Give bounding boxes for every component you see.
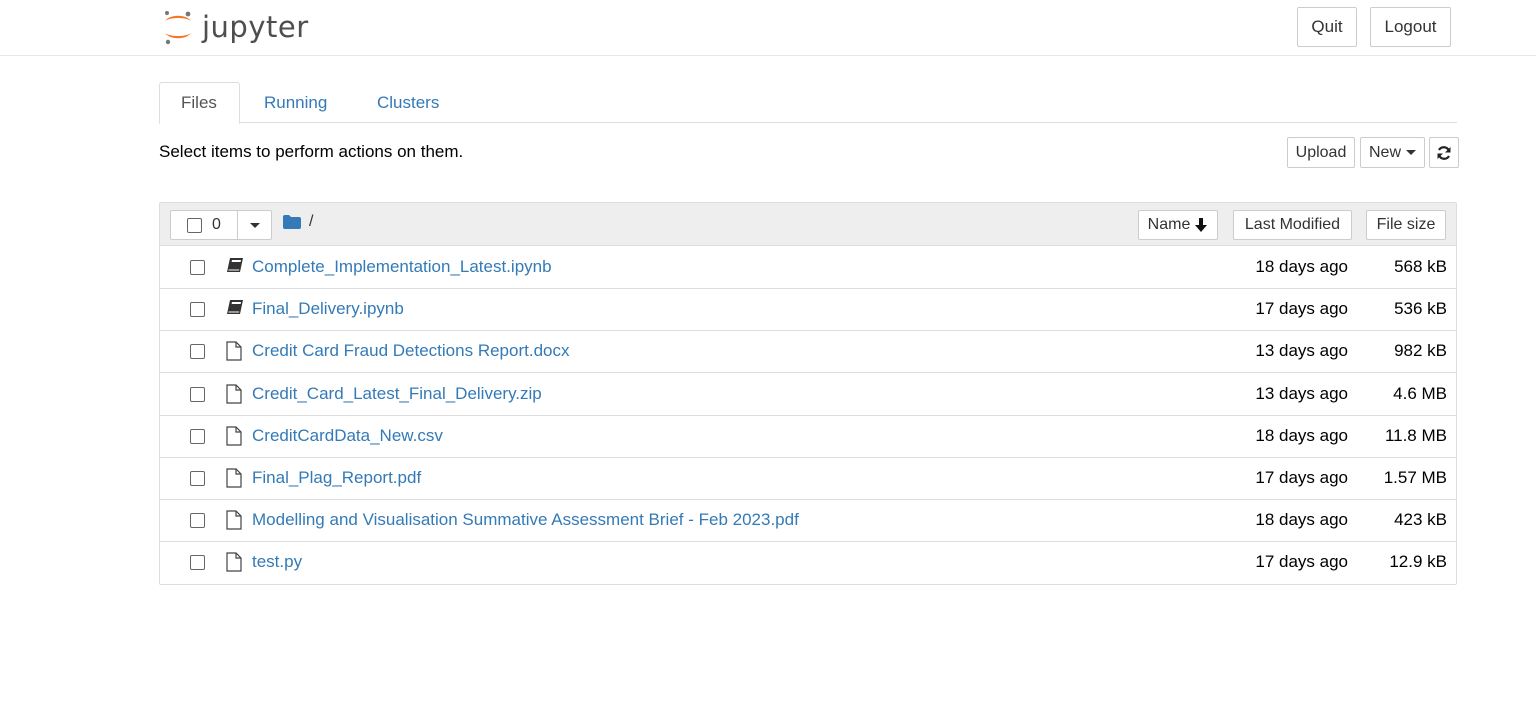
file-row[interactable]: Credit Card Fraud Detections Report.docx… bbox=[160, 331, 1456, 374]
breadcrumb[interactable]: / bbox=[283, 213, 313, 231]
tab-files[interactable]: Files bbox=[159, 82, 240, 124]
file-name-link[interactable]: Final_Delivery.ipynb bbox=[252, 299, 404, 319]
row-checkbox[interactable] bbox=[190, 513, 205, 529]
row-checkbox[interactable] bbox=[190, 471, 205, 486]
file-icon bbox=[226, 468, 246, 488]
file-name-link[interactable]: test.py bbox=[252, 552, 302, 572]
arrow-down-icon bbox=[1195, 218, 1208, 232]
file-row[interactable]: CreditCardData_New.csv 18 days ago 11.8 MB bbox=[160, 415, 1456, 458]
file-icon bbox=[226, 510, 246, 530]
sort-file-size-button[interactable]: File size bbox=[1366, 210, 1446, 240]
file-name-link[interactable]: Modelling and Visualisation Summative As… bbox=[252, 510, 799, 530]
tab-clusters[interactable]: Clusters bbox=[356, 82, 460, 123]
file-last-modified: 18 days ago bbox=[1255, 425, 1348, 445]
upload-button[interactable]: Upload bbox=[1287, 137, 1355, 168]
file-size: 423 kB bbox=[1394, 510, 1447, 530]
file-last-modified: 18 days ago bbox=[1255, 257, 1348, 276]
file-last-modified: 17 days ago bbox=[1255, 552, 1348, 572]
file-size: 1.57 MB bbox=[1383, 468, 1447, 487]
new-label: New bbox=[1368, 143, 1401, 161]
select-all-toggle[interactable]: 0 bbox=[171, 211, 238, 239]
file-row[interactable]: Complete_Implementation_Latest.ipynb 18 d… bbox=[160, 247, 1456, 289]
caret-down-icon bbox=[1406, 150, 1416, 155]
file-icon bbox=[226, 341, 246, 361]
select-all-control: 0 bbox=[170, 210, 272, 240]
jupyter-logo[interactable]: jupyter bbox=[162, 6, 309, 48]
file-last-modified: 18 days ago bbox=[1255, 510, 1348, 530]
row-checkbox[interactable] bbox=[190, 386, 205, 402]
notebook-icon bbox=[226, 299, 246, 319]
header-bar: jupyter Quit Logout bbox=[0, 0, 1536, 56]
file-last-modified: 17 days ago bbox=[1255, 468, 1348, 487]
list-header: 0 / Name Last Modified File size bbox=[160, 203, 1456, 246]
row-checkbox[interactable] bbox=[190, 428, 205, 444]
file-row[interactable]: Modelling and Visualisation Summative As… bbox=[160, 500, 1456, 543]
file-size: 982 kB bbox=[1394, 341, 1447, 361]
quit-button[interactable]: Quit bbox=[1297, 7, 1357, 47]
name-column-label: Name bbox=[1147, 216, 1191, 233]
file-name-link[interactable]: Credit Card Fraud Detections Report.docx bbox=[252, 341, 569, 361]
select-all-checkbox[interactable] bbox=[187, 217, 202, 233]
logo-text: jupyter bbox=[202, 10, 309, 44]
row-checkbox[interactable] bbox=[190, 555, 205, 571]
row-checkbox[interactable] bbox=[190, 260, 205, 275]
refresh-icon bbox=[1437, 145, 1451, 160]
jupyter-logo-icon bbox=[165, 11, 191, 45]
row-checkbox[interactable] bbox=[190, 344, 205, 360]
file-icon bbox=[226, 426, 246, 446]
file-size: 12.9 kB bbox=[1389, 552, 1447, 572]
selected-count: 0 bbox=[212, 216, 221, 233]
file-name-link[interactable]: Credit_Card_Latest_Final_Delivery.zip bbox=[252, 384, 542, 404]
file-last-modified: 17 days ago bbox=[1255, 299, 1348, 319]
file-row[interactable]: Final_Plag_Report.pdf 17 days ago 1.57 MB bbox=[160, 458, 1456, 500]
file-size: 11.8 MB bbox=[1384, 425, 1447, 445]
file-name-link[interactable]: CreditCardData_New.csv bbox=[252, 426, 443, 446]
file-name-link[interactable]: Complete_Implementation_Latest.ipynb bbox=[252, 257, 552, 277]
file-last-modified: 13 days ago bbox=[1255, 341, 1348, 361]
sort-name-button[interactable]: Name bbox=[1138, 210, 1218, 240]
file-icon bbox=[226, 383, 246, 404]
breadcrumb-root[interactable]: / bbox=[309, 213, 313, 231]
folder-icon bbox=[283, 215, 301, 229]
notebook-icon bbox=[226, 257, 246, 277]
new-dropdown-button[interactable]: New bbox=[1360, 137, 1425, 168]
file-last-modified: 13 days ago bbox=[1255, 383, 1348, 403]
select-menu-button[interactable] bbox=[238, 211, 271, 239]
tab-running[interactable]: Running bbox=[243, 82, 348, 123]
file-icon bbox=[226, 552, 246, 572]
row-checkbox[interactable] bbox=[190, 302, 205, 318]
file-list: 0 / Name Last Modified File size Complet… bbox=[159, 202, 1457, 585]
file-row[interactable]: Credit_Card_Latest_Final_Delivery.zip 13 … bbox=[160, 373, 1456, 416]
file-row[interactable]: Final_Delivery.ipynb 17 days ago 536 kB bbox=[160, 289, 1456, 332]
file-size: 568 kB bbox=[1394, 257, 1447, 276]
refresh-button[interactable] bbox=[1429, 137, 1459, 168]
file-row[interactable]: test.py 17 days ago 12.9 kB bbox=[160, 542, 1456, 585]
caret-down-icon bbox=[249, 222, 260, 228]
logout-button[interactable]: Logout bbox=[1370, 7, 1451, 47]
tab-bar: Files Running Clusters bbox=[159, 82, 1457, 124]
file-size: 536 kB bbox=[1394, 299, 1447, 319]
file-size: 4.6 MB bbox=[1393, 383, 1447, 403]
sort-last-modified-button[interactable]: Last Modified bbox=[1233, 210, 1352, 240]
file-name-link[interactable]: Final_Plag_Report.pdf bbox=[252, 468, 421, 488]
selection-instruction: Select items to perform actions on them. bbox=[159, 142, 464, 161]
